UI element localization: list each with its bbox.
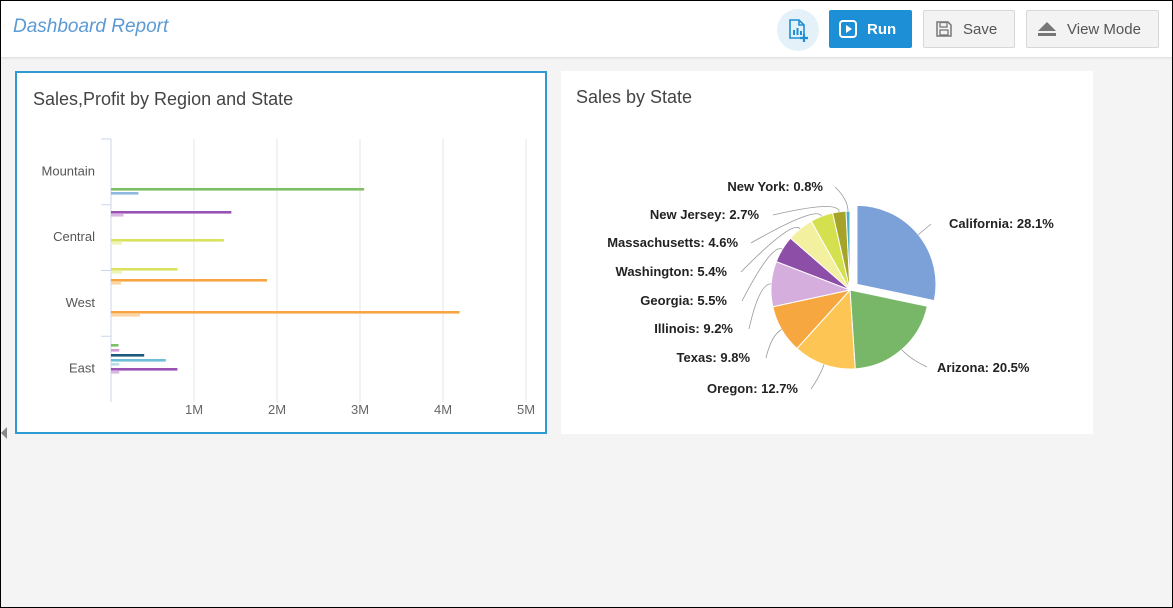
pie-label: New Jersey: 2.7% xyxy=(650,207,760,222)
pie-connector xyxy=(901,349,928,368)
x-tick-label: 3M xyxy=(351,402,369,417)
pie-connector xyxy=(918,223,932,235)
y-category-label: Mountain xyxy=(42,163,95,178)
bar xyxy=(111,371,120,374)
bar xyxy=(111,211,232,214)
pie-label: Texas: 9.8% xyxy=(677,350,751,365)
collapse-left-arrow-icon[interactable] xyxy=(1,427,7,439)
bar xyxy=(111,359,166,362)
bar xyxy=(111,363,120,366)
add-chart-icon xyxy=(789,19,808,42)
bar xyxy=(111,268,178,271)
bar-chart: 1M 2M 3M 4M 5M Mountain Central West East xyxy=(42,138,535,417)
pie-label: Washington: 5.4% xyxy=(616,264,728,279)
x-tick-label: 5M xyxy=(517,402,535,417)
y-category-label: Central xyxy=(53,229,95,244)
bar xyxy=(111,368,178,371)
y-category-label: East xyxy=(69,361,95,376)
run-button[interactable]: Run xyxy=(829,10,912,48)
pie-connector xyxy=(765,329,782,359)
save-button[interactable]: Save xyxy=(923,10,1015,48)
x-tick-label: 4M xyxy=(434,402,452,417)
bar xyxy=(111,349,120,352)
eject-icon xyxy=(1038,22,1056,36)
x-tick-label: 1M xyxy=(185,402,203,417)
pie-label: California: 28.1% xyxy=(949,216,1054,231)
bar xyxy=(111,214,124,217)
bar xyxy=(111,192,139,195)
bar xyxy=(111,344,119,347)
y-category-label: West xyxy=(66,295,96,310)
pie-label: Massachusetts: 4.6% xyxy=(607,235,738,250)
pie-connector xyxy=(834,186,849,212)
bar xyxy=(111,239,224,242)
view-mode-button[interactable]: View Mode xyxy=(1026,10,1159,48)
run-label: Run xyxy=(867,20,897,38)
pie-label: Arizona: 20.5% xyxy=(937,360,1030,375)
pie-slice xyxy=(849,289,928,370)
bar xyxy=(111,242,122,245)
pie-label: Georgia: 5.5% xyxy=(640,293,727,308)
pie-label: Illinois: 9.2% xyxy=(654,321,733,336)
play-icon xyxy=(839,20,857,38)
floppy-disk-icon xyxy=(936,21,952,37)
bar xyxy=(111,279,268,282)
top-toolbar: Dashboard Report Run Save View Mode xyxy=(1,1,1172,58)
bar xyxy=(111,311,460,314)
pie-slice xyxy=(856,204,937,302)
x-tick-label: 2M xyxy=(268,402,286,417)
pie-connector xyxy=(748,283,772,330)
pie-chart: California: 28.1% Arizona: 20.5% Oregon: 1… xyxy=(607,179,1054,396)
bar xyxy=(111,314,141,317)
save-label: Save xyxy=(963,20,998,38)
bar xyxy=(111,354,145,357)
page-title: Dashboard Report xyxy=(13,16,169,37)
add-chart-button[interactable] xyxy=(777,9,819,51)
bar-chart-panel[interactable]: Sales,Profit by Region and State 1M 2M 3M 4… xyxy=(15,71,547,434)
view-mode-label: View Mode xyxy=(1067,20,1141,38)
bar xyxy=(111,188,365,191)
pie-connector xyxy=(810,364,825,390)
bar xyxy=(111,282,121,285)
pie-label: Oregon: 12.7% xyxy=(707,381,798,396)
bar xyxy=(111,271,122,274)
pie-label: New York: 0.8% xyxy=(727,179,823,194)
pie-chart-panel[interactable]: Sales by State California: 28.1% Arizona:… xyxy=(561,71,1093,434)
